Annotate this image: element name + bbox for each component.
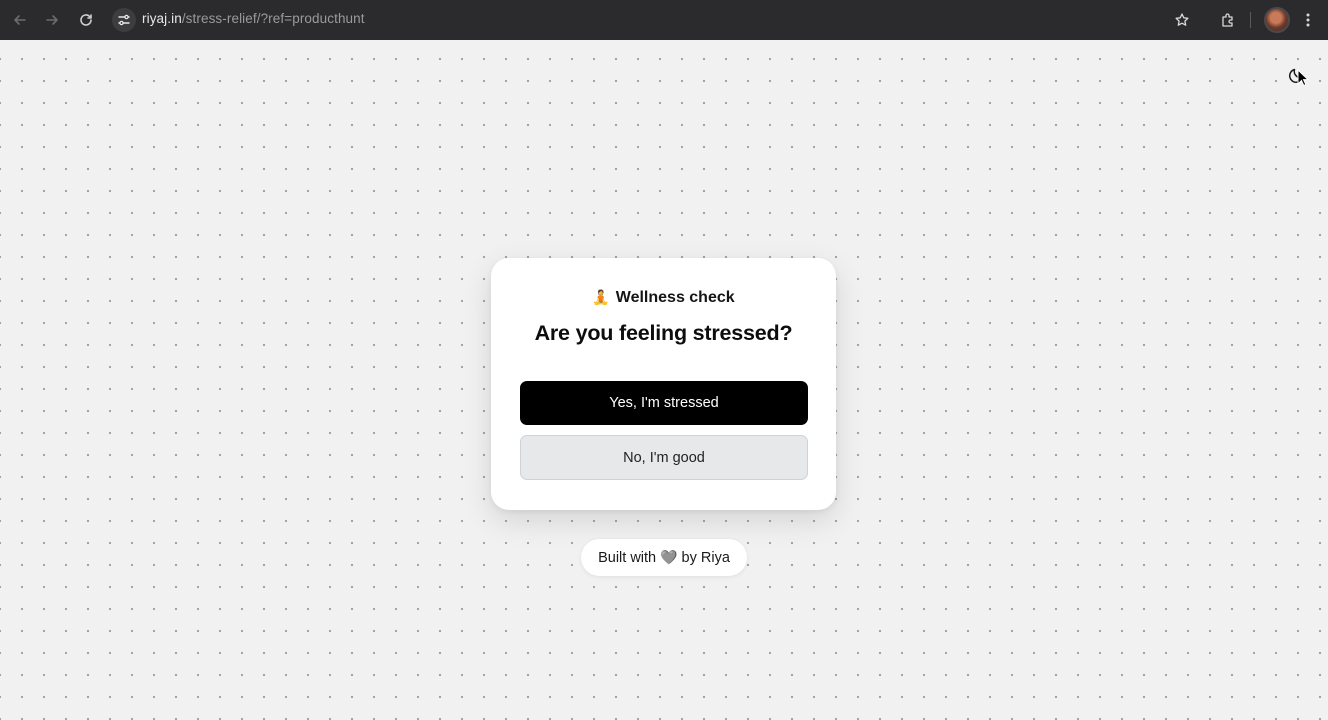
forward-arrow-icon[interactable] (42, 10, 62, 30)
yes-stressed-button[interactable]: Yes, I'm stressed (520, 381, 808, 425)
card-kicker: 🧘 Wellness check (491, 289, 836, 307)
puzzle-icon[interactable] (1218, 10, 1238, 30)
footer-prefix: Built with (598, 549, 657, 566)
address-bar[interactable]: riyaj.in/stress-relief/?ref=producthunt (142, 11, 365, 26)
footer-suffix: by Riya (681, 549, 730, 566)
page-background: 🧘 Wellness check Are you feeling stressed… (0, 40, 1328, 720)
profile-avatar[interactable] (1264, 7, 1290, 33)
tune-icon[interactable] (112, 8, 136, 32)
heart-icon: 🩶 (660, 549, 678, 566)
kebab-menu-icon[interactable] (1298, 10, 1318, 30)
wellness-card: 🧘 Wellness check Are you feeling stressed… (491, 258, 836, 510)
star-icon[interactable] (1172, 10, 1192, 30)
reload-icon[interactable] (76, 10, 96, 30)
meditation-emoji-icon: 🧘 (592, 290, 610, 306)
built-with-badge[interactable]: Built with 🩶 by Riya (581, 539, 747, 576)
url-host: riyaj.in (142, 11, 182, 26)
no-good-button[interactable]: No, I'm good (520, 435, 808, 480)
card-title: Are you feeling stressed? (534, 321, 793, 345)
kicker-text: Wellness check (615, 289, 735, 306)
mouse-cursor-icon (1297, 69, 1309, 87)
url-path: /stress-relief/?ref=producthunt (181, 11, 365, 26)
browser-toolbar: riyaj.in/stress-relief/?ref=producthunt (0, 0, 1328, 40)
back-arrow-icon[interactable] (10, 10, 30, 30)
toolbar-divider (1250, 12, 1251, 28)
